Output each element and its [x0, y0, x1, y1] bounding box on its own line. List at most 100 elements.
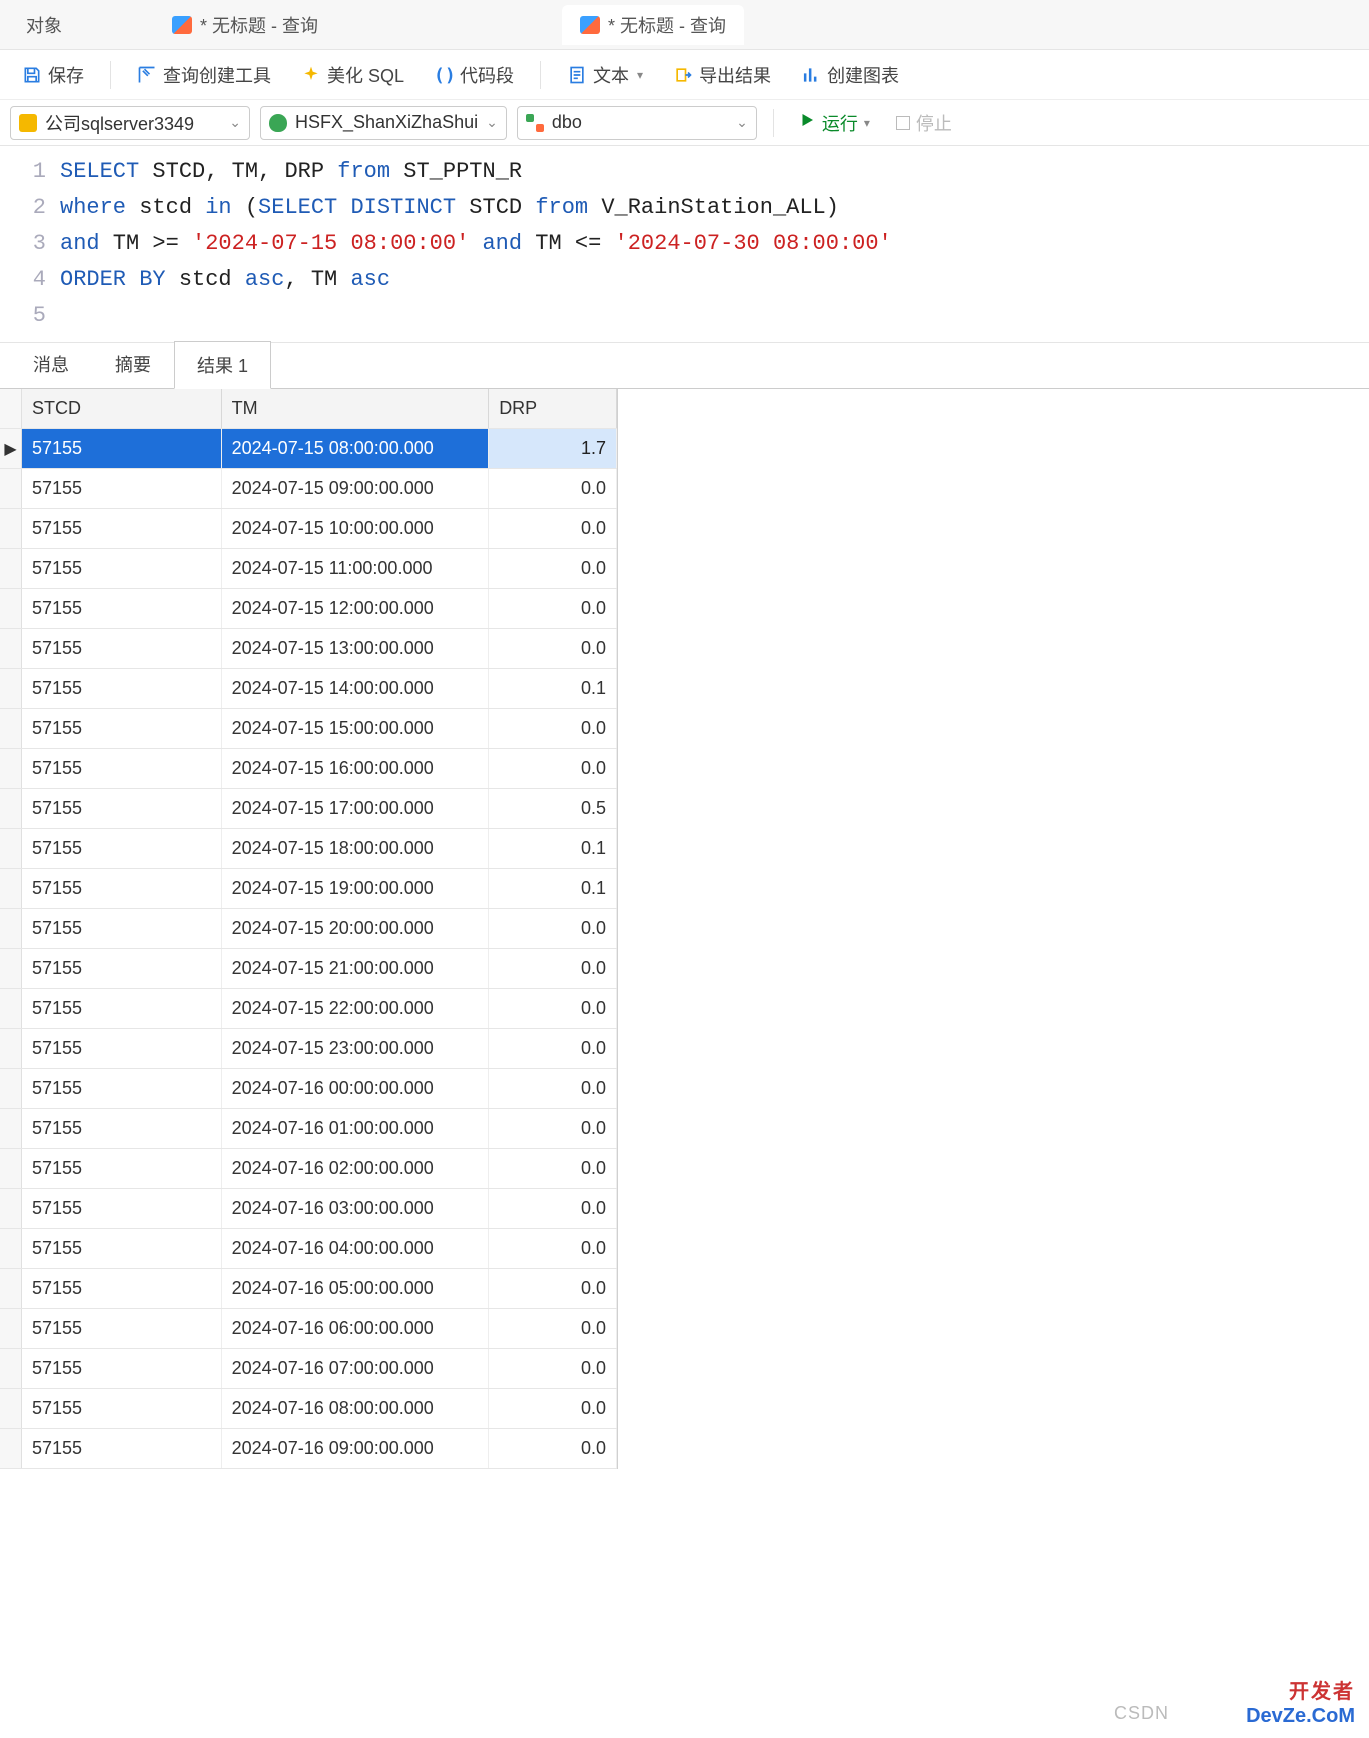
cell-drp[interactable]: 0.1 — [489, 669, 617, 708]
cell-drp[interactable]: 0.0 — [489, 1429, 617, 1468]
table-row[interactable]: 571552024-07-15 23:00:00.0000.0 — [0, 1029, 617, 1069]
cell-stcd[interactable]: 57155 — [22, 1229, 222, 1268]
table-row[interactable]: 571552024-07-15 09:00:00.0000.0 — [0, 469, 617, 509]
cell-stcd[interactable]: 57155 — [22, 1029, 222, 1068]
cell-drp[interactable]: 0.1 — [489, 829, 617, 868]
cell-tm[interactable]: 2024-07-16 05:00:00.000 — [222, 1269, 490, 1308]
cell-stcd[interactable]: 57155 — [22, 669, 222, 708]
cell-tm[interactable]: 2024-07-15 19:00:00.000 — [222, 869, 490, 908]
cell-tm[interactable]: 2024-07-15 18:00:00.000 — [222, 829, 490, 868]
table-row[interactable]: 571552024-07-16 04:00:00.0000.0 — [0, 1229, 617, 1269]
tab-summary[interactable]: 摘要 — [92, 340, 174, 388]
cell-stcd[interactable]: 57155 — [22, 1429, 222, 1468]
chart-button[interactable]: 创建图表 — [791, 58, 909, 92]
cell-stcd[interactable]: 57155 — [22, 629, 222, 668]
table-row[interactable]: 571552024-07-16 06:00:00.0000.0 — [0, 1309, 617, 1349]
cell-drp[interactable]: 0.0 — [489, 1189, 617, 1228]
cell-stcd[interactable]: 57155 — [22, 1349, 222, 1388]
table-row[interactable]: 571552024-07-16 09:00:00.0000.0 — [0, 1429, 617, 1469]
cell-drp[interactable]: 0.0 — [489, 509, 617, 548]
cell-stcd[interactable]: 57155 — [22, 1149, 222, 1188]
cell-stcd[interactable]: 57155 — [22, 1189, 222, 1228]
tab-objects[interactable]: 对象 — [8, 5, 148, 45]
cell-drp[interactable]: 0.0 — [489, 1149, 617, 1188]
cell-drp[interactable]: 0.1 — [489, 869, 617, 908]
sql-editor[interactable]: 1 2 3 4 5 SELECT STCD, TM, DRP from ST_P… — [0, 146, 1369, 343]
cell-tm[interactable]: 2024-07-15 15:00:00.000 — [222, 709, 490, 748]
schema-dropdown[interactable]: dbo ⌄ — [517, 106, 757, 140]
col-header-drp[interactable]: DRP — [489, 389, 617, 428]
cell-drp[interactable]: 0.5 — [489, 789, 617, 828]
cell-tm[interactable]: 2024-07-15 09:00:00.000 — [222, 469, 490, 508]
cell-drp[interactable]: 0.0 — [489, 1109, 617, 1148]
cell-drp[interactable]: 0.0 — [489, 749, 617, 788]
table-row[interactable]: 571552024-07-15 13:00:00.0000.0 — [0, 629, 617, 669]
table-row[interactable]: 571552024-07-15 20:00:00.0000.0 — [0, 909, 617, 949]
export-button[interactable]: 导出结果 — [663, 58, 781, 92]
cell-tm[interactable]: 2024-07-15 20:00:00.000 — [222, 909, 490, 948]
table-row[interactable]: 571552024-07-15 17:00:00.0000.5 — [0, 789, 617, 829]
col-header-stcd[interactable]: STCD — [22, 389, 222, 428]
cell-drp[interactable]: 0.0 — [489, 589, 617, 628]
cell-drp[interactable]: 0.0 — [489, 1269, 617, 1308]
cell-drp[interactable]: 0.0 — [489, 949, 617, 988]
cell-stcd[interactable]: 57155 — [22, 909, 222, 948]
cell-drp[interactable]: 0.0 — [489, 629, 617, 668]
cell-drp[interactable]: 0.0 — [489, 1029, 617, 1068]
cell-stcd[interactable]: 57155 — [22, 1269, 222, 1308]
cell-stcd[interactable]: 57155 — [22, 749, 222, 788]
cell-stcd[interactable]: 57155 — [22, 509, 222, 548]
table-row[interactable]: 571552024-07-15 12:00:00.0000.0 — [0, 589, 617, 629]
cell-drp[interactable]: 0.0 — [489, 1069, 617, 1108]
col-header-tm[interactable]: TM — [222, 389, 490, 428]
cell-drp[interactable]: 0.0 — [489, 1309, 617, 1348]
table-row[interactable]: 571552024-07-15 19:00:00.0000.1 — [0, 869, 617, 909]
database-dropdown[interactable]: HSFX_ShanXiZhaShui ⌄ — [260, 106, 507, 140]
cell-stcd[interactable]: 57155 — [22, 1109, 222, 1148]
cell-stcd[interactable]: 57155 — [22, 949, 222, 988]
cell-tm[interactable]: 2024-07-15 21:00:00.000 — [222, 949, 490, 988]
cell-tm[interactable]: 2024-07-16 04:00:00.000 — [222, 1229, 490, 1268]
cell-tm[interactable]: 2024-07-15 22:00:00.000 — [222, 989, 490, 1028]
cell-tm[interactable]: 2024-07-16 00:00:00.000 — [222, 1069, 490, 1108]
result-grid[interactable]: STCD TM DRP ▶571552024-07-15 08:00:00.00… — [0, 389, 618, 1469]
table-row[interactable]: 571552024-07-15 18:00:00.0000.1 — [0, 829, 617, 869]
cell-drp[interactable]: 0.0 — [489, 709, 617, 748]
cell-drp[interactable]: 0.0 — [489, 909, 617, 948]
cell-tm[interactable]: 2024-07-15 13:00:00.000 — [222, 629, 490, 668]
cell-stcd[interactable]: 57155 — [22, 469, 222, 508]
cell-tm[interactable]: 2024-07-16 09:00:00.000 — [222, 1429, 490, 1468]
cell-stcd[interactable]: 57155 — [22, 429, 222, 468]
cell-tm[interactable]: 2024-07-16 02:00:00.000 — [222, 1149, 490, 1188]
cell-drp[interactable]: 0.0 — [489, 1229, 617, 1268]
table-row[interactable]: 571552024-07-16 03:00:00.0000.0 — [0, 1189, 617, 1229]
table-row[interactable]: 571552024-07-16 00:00:00.0000.0 — [0, 1069, 617, 1109]
tab-query-1[interactable]: * 无标题 - 查询 — [154, 5, 336, 45]
table-row[interactable]: ▶571552024-07-15 08:00:00.0001.7 — [0, 429, 617, 469]
cell-stcd[interactable]: 57155 — [22, 789, 222, 828]
cell-stcd[interactable]: 57155 — [22, 549, 222, 588]
table-row[interactable]: 571552024-07-15 21:00:00.0000.0 — [0, 949, 617, 989]
cell-stcd[interactable]: 57155 — [22, 829, 222, 868]
table-row[interactable]: 571552024-07-16 08:00:00.0000.0 — [0, 1389, 617, 1429]
cell-stcd[interactable]: 57155 — [22, 1069, 222, 1108]
cell-stcd[interactable]: 57155 — [22, 1309, 222, 1348]
cell-tm[interactable]: 2024-07-15 17:00:00.000 — [222, 789, 490, 828]
cell-drp[interactable]: 1.7 — [489, 429, 617, 468]
cell-tm[interactable]: 2024-07-16 06:00:00.000 — [222, 1309, 490, 1348]
table-row[interactable]: 571552024-07-15 14:00:00.0000.1 — [0, 669, 617, 709]
table-row[interactable]: 571552024-07-15 22:00:00.0000.0 — [0, 989, 617, 1029]
cell-tm[interactable]: 2024-07-16 08:00:00.000 — [222, 1389, 490, 1428]
cell-tm[interactable]: 2024-07-15 10:00:00.000 — [222, 509, 490, 548]
cell-tm[interactable]: 2024-07-15 23:00:00.000 — [222, 1029, 490, 1068]
cell-stcd[interactable]: 57155 — [22, 1389, 222, 1428]
editor-code[interactable]: SELECT STCD, TM, DRP from ST_PPTN_Rwhere… — [60, 154, 1369, 334]
table-row[interactable]: 571552024-07-16 02:00:00.0000.0 — [0, 1149, 617, 1189]
save-button[interactable]: 保存 — [12, 58, 94, 92]
cell-drp[interactable]: 0.0 — [489, 1389, 617, 1428]
cell-drp[interactable]: 0.0 — [489, 989, 617, 1028]
cell-tm[interactable]: 2024-07-16 01:00:00.000 — [222, 1109, 490, 1148]
run-button[interactable]: 运行 ▾ — [790, 106, 878, 140]
tab-messages[interactable]: 消息 — [10, 340, 92, 388]
beautify-button[interactable]: 美化 SQL — [291, 58, 414, 92]
